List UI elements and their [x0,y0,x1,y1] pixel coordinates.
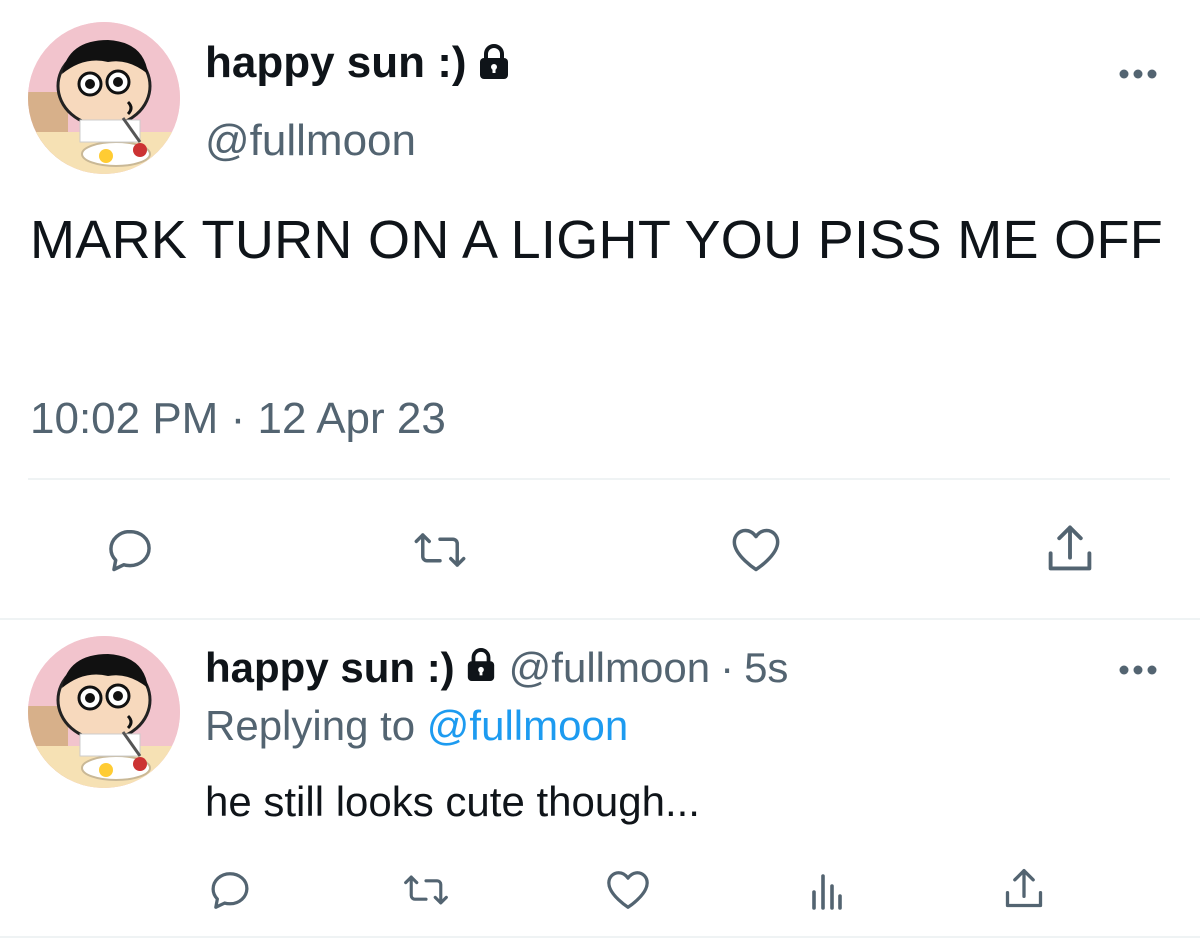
reply-age[interactable]: 5s [744,644,788,692]
reply-text: he still looks cute though... [205,778,700,825]
lock-icon [477,41,511,91]
divider [28,478,1170,480]
more-icon[interactable] [1116,66,1160,82]
reply-header: happy sun :) @fullmoon · 5s [205,644,788,692]
avatar-image [28,22,180,174]
reply-icon [109,529,151,572]
tweet-timestamp[interactable]: 10:02 PM · 12 Apr 23 [30,394,446,444]
tweet-time[interactable]: 10:02 PM [30,394,218,443]
heart-icon [732,528,780,572]
like-button[interactable] [724,520,788,580]
tweet-date[interactable]: 12 Apr 23 [257,394,445,443]
display-name-text[interactable]: happy sun :) [205,38,467,87]
display-name[interactable]: happy sun :) [205,38,511,91]
heart-icon [607,871,649,909]
bottom-divider [0,936,1200,938]
replying-to: Replying to @fullmoon [205,702,628,750]
avatar-image [28,636,180,788]
avatar[interactable] [28,22,180,174]
handle[interactable]: @fullmoon [205,116,416,166]
retweet-icon [404,875,448,905]
tweet-text: MARK TURN ON A LIGHT YOU PISS ME OFF [30,210,1164,270]
retweet-icon [414,533,466,567]
reply-handle[interactable]: @fullmoon [509,644,710,692]
meta-separator: · [230,394,246,443]
more-icon[interactable] [1116,662,1160,678]
share-icon [1048,525,1092,571]
replying-mention[interactable]: @fullmoon [427,702,628,749]
reply-button[interactable] [100,520,160,580]
share-icon [1005,869,1043,908]
tweet-separator [0,618,1200,620]
retweet-button[interactable] [398,862,454,918]
reply-button[interactable] [202,862,258,918]
like-button[interactable] [600,862,656,918]
reply-icon [211,872,249,909]
share-button[interactable] [996,860,1052,918]
analytics-button[interactable] [798,862,854,918]
replying-prefix: Replying to [205,702,416,749]
analytics-icon [812,874,842,910]
reply-display-name[interactable]: happy sun :) [205,644,455,692]
retweet-button[interactable] [410,520,470,580]
share-button[interactable] [1040,518,1100,580]
reply-avatar[interactable] [28,636,180,788]
meta-separator: · [720,644,735,691]
lock-icon [465,644,497,692]
